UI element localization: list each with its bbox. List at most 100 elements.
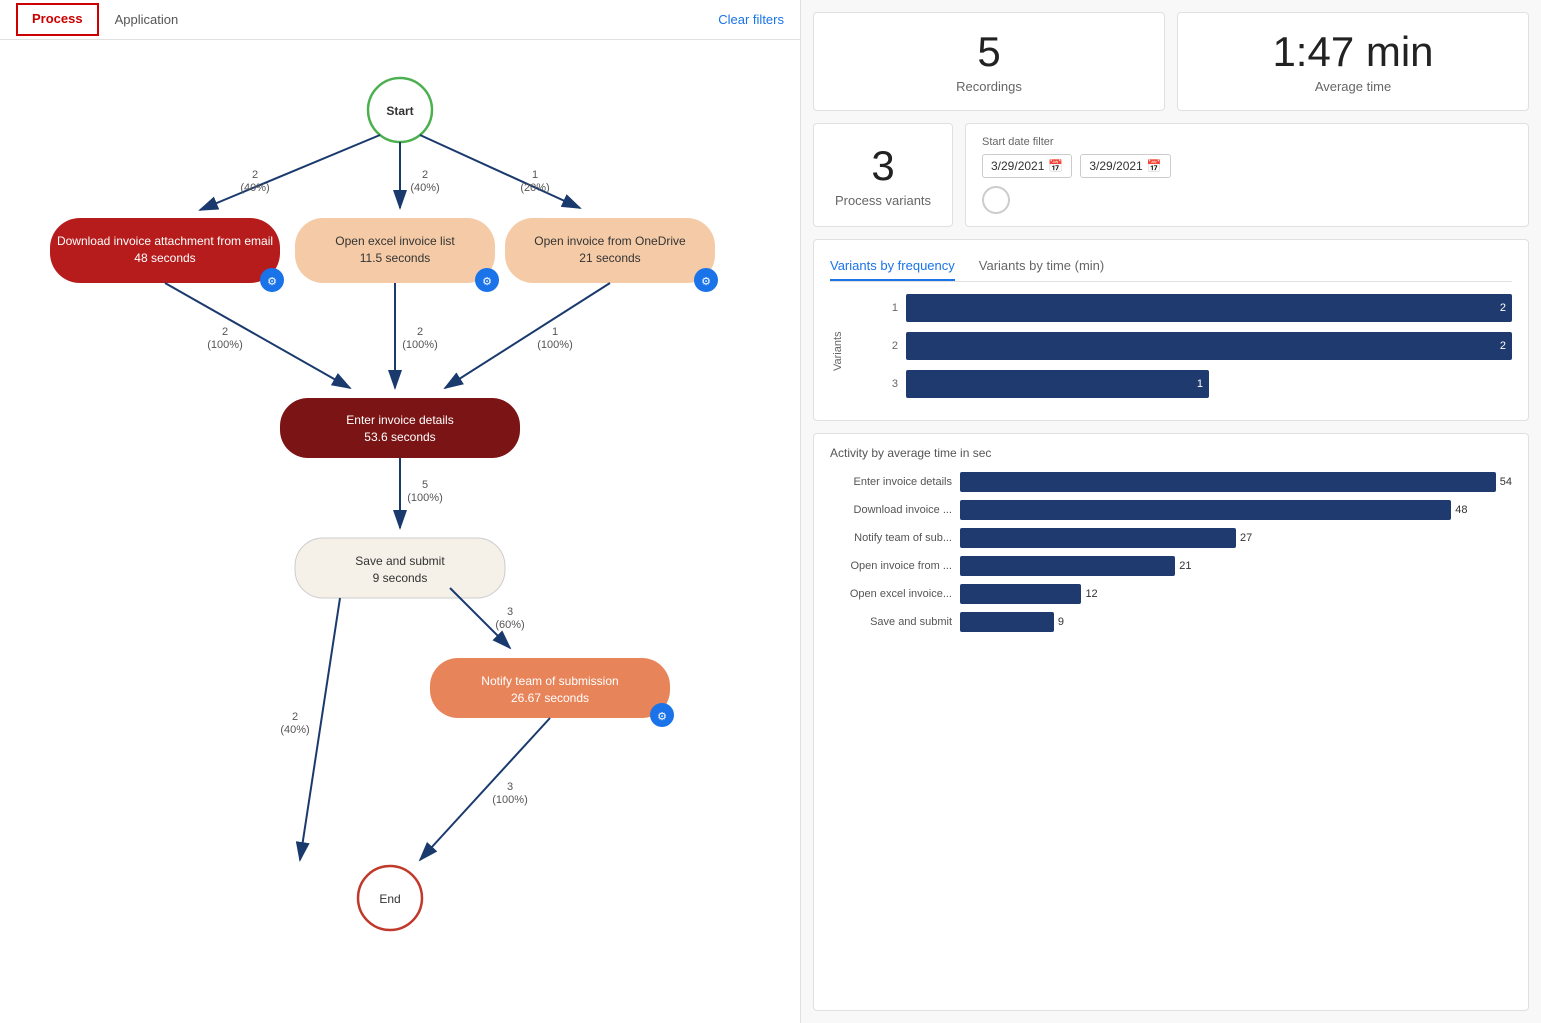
variant-row-2: 2 2 bbox=[846, 332, 1512, 360]
left-panel: Process Application Clear filters Start bbox=[0, 0, 801, 1023]
recordings-label: Recordings bbox=[956, 79, 1022, 94]
date-end-value: 3/29/2021 bbox=[1089, 159, 1142, 173]
notify-team-node[interactable] bbox=[430, 658, 670, 718]
activity-value-open-invoice: 21 bbox=[1179, 560, 1191, 572]
variant-bar-2: 2 bbox=[906, 332, 1512, 360]
edge-start-download bbox=[200, 135, 380, 210]
variants-bars: 1 2 2 2 bbox=[846, 294, 1512, 408]
edge-label-start-onedrive-pct: (20%) bbox=[520, 182, 549, 194]
edge-label-notify-end-pct: (100%) bbox=[492, 794, 527, 806]
edge-label-save-end-pct: (40%) bbox=[280, 724, 309, 736]
average-time-card: 1:47 min Average time bbox=[1177, 12, 1529, 111]
variant-bar-3: 1 bbox=[906, 370, 1209, 398]
edge-label-download-enter-count: 2 bbox=[222, 326, 228, 338]
variants-date-row: 3 Process variants Start date filter 3/2… bbox=[813, 123, 1529, 227]
download-icon: ⚙ bbox=[267, 276, 277, 288]
activity-bar-container-open-invoice: 21 bbox=[960, 556, 1512, 576]
activity-bar-enter-invoice bbox=[960, 472, 1496, 492]
calendar-end-icon[interactable]: 📅 bbox=[1147, 159, 1162, 173]
clear-filters-button[interactable]: Clear filters bbox=[718, 12, 784, 27]
edge-label-enter-save-count: 5 bbox=[422, 479, 428, 491]
edge-label-save-end-count: 2 bbox=[292, 711, 298, 723]
variants-chart-body: Variants 1 2 2 bbox=[830, 294, 1512, 408]
enter-invoice-node[interactable] bbox=[280, 398, 520, 458]
edge-onedrive-enter bbox=[445, 283, 610, 388]
edge-label-save-notify-pct: (60%) bbox=[495, 619, 524, 631]
activity-bar-container-notify-team: 27 bbox=[960, 528, 1512, 548]
activity-value-save-submit: 9 bbox=[1058, 616, 1064, 628]
edge-start-onedrive bbox=[420, 135, 580, 208]
date-end-input[interactable]: 3/29/2021 📅 bbox=[1080, 154, 1170, 178]
variant-bar-value-1: 2 bbox=[1500, 302, 1506, 314]
open-excel-icon: ⚙ bbox=[482, 276, 492, 288]
save-submit-label1: Save and submit bbox=[355, 554, 445, 568]
activity-name-open-invoice: Open invoice from ... bbox=[830, 560, 960, 572]
average-time-label: Average time bbox=[1315, 79, 1391, 94]
edge-label-start-download-count: 2 bbox=[252, 169, 258, 181]
variant-bar-value-3: 1 bbox=[1197, 378, 1203, 390]
open-onedrive-label2: 21 seconds bbox=[579, 251, 640, 265]
activity-row-save-submit: Save and submit 9 bbox=[830, 612, 1512, 632]
edge-label-save-notify-count: 3 bbox=[507, 606, 513, 618]
edge-label-start-onedrive-count: 1 bbox=[532, 169, 538, 181]
activity-name-save-submit: Save and submit bbox=[830, 616, 960, 628]
date-filter-toggle[interactable] bbox=[982, 186, 1010, 214]
activity-name-download-invoice: Download invoice ... bbox=[830, 504, 960, 516]
activity-row-download-invoice: Download invoice ... 48 bbox=[830, 500, 1512, 520]
variant-label-2: 2 bbox=[846, 340, 906, 352]
date-inputs: 3/29/2021 📅 3/29/2021 📅 bbox=[982, 154, 1171, 178]
process-variants-card: 3 Process variants bbox=[813, 123, 953, 227]
variant-row-1: 1 2 bbox=[846, 294, 1512, 322]
edge-label-openexcel-enter-pct: (100%) bbox=[402, 339, 437, 351]
calendar-start-icon[interactable]: 📅 bbox=[1048, 159, 1063, 173]
flow-area: Start 2 (40%) 2 (40%) 1 (20%) Download i… bbox=[0, 40, 800, 1023]
activity-row-enter-invoice: Enter invoice details 54 bbox=[830, 472, 1512, 492]
activity-value-open-excel: 12 bbox=[1085, 588, 1097, 600]
date-start-input[interactable]: 3/29/2021 📅 bbox=[982, 154, 1072, 178]
activity-name-open-excel: Open excel invoice... bbox=[830, 588, 960, 600]
edge-download-enter bbox=[165, 283, 350, 388]
variant-bar-container-2: 2 bbox=[906, 332, 1512, 360]
enter-invoice-label2: 53.6 seconds bbox=[364, 430, 435, 444]
activity-bar-save-submit bbox=[960, 612, 1054, 632]
date-filter-card: Start date filter 3/29/2021 📅 3/29/2021 … bbox=[965, 123, 1529, 227]
start-label: Start bbox=[386, 104, 413, 118]
open-onedrive-icon: ⚙ bbox=[701, 276, 711, 288]
activity-chart-card: Activity by average time in sec Enter in… bbox=[813, 433, 1529, 1011]
process-variants-label: Process variants bbox=[835, 193, 931, 208]
variant-bar-1: 2 bbox=[906, 294, 1512, 322]
save-submit-node[interactable] bbox=[295, 538, 505, 598]
download-label2: 48 seconds bbox=[134, 251, 195, 265]
recordings-card: 5 Recordings bbox=[813, 12, 1165, 111]
tab-process[interactable]: Process bbox=[16, 3, 99, 36]
variant-bar-container-3: 1 bbox=[906, 370, 1512, 398]
activity-bar-notify-team bbox=[960, 528, 1236, 548]
variant-bar-value-2: 2 bbox=[1500, 340, 1506, 352]
activity-bar-open-excel bbox=[960, 584, 1081, 604]
tab-variants-frequency[interactable]: Variants by frequency bbox=[830, 252, 955, 281]
activity-bar-container-save-submit: 9 bbox=[960, 612, 1512, 632]
edge-label-enter-save-pct: (100%) bbox=[407, 492, 442, 504]
activity-chart-title: Activity by average time in sec bbox=[830, 446, 1512, 460]
variant-row-3: 3 1 bbox=[846, 370, 1512, 398]
tab-application[interactable]: Application bbox=[99, 4, 195, 35]
enter-invoice-label1: Enter invoice details bbox=[346, 413, 453, 427]
variant-bar-container-1: 2 bbox=[906, 294, 1512, 322]
edge-label-download-enter-pct: (100%) bbox=[207, 339, 242, 351]
edge-notify-end bbox=[420, 718, 550, 860]
edge-label-start-openexcel-count: 2 bbox=[422, 169, 428, 181]
tab-variants-time[interactable]: Variants by time (min) bbox=[979, 252, 1104, 281]
activity-row-open-invoice: Open invoice from ... 21 bbox=[830, 556, 1512, 576]
activity-name-notify-team: Notify team of sub... bbox=[830, 532, 960, 544]
edge-label-notify-end-count: 3 bbox=[507, 781, 513, 793]
tab-bar: Process Application Clear filters bbox=[0, 0, 800, 40]
edge-label-openexcel-enter-count: 2 bbox=[417, 326, 423, 338]
notify-team-icon: ⚙ bbox=[657, 711, 667, 723]
chart-tabs: Variants by frequency Variants by time (… bbox=[830, 252, 1512, 282]
end-label: End bbox=[379, 892, 400, 906]
date-filter-label: Start date filter bbox=[982, 136, 1171, 148]
activity-value-notify-team: 27 bbox=[1240, 532, 1252, 544]
edge-label-onedrive-enter-count: 1 bbox=[552, 326, 558, 338]
download-label1: Download invoice attachment from email bbox=[57, 234, 273, 248]
edge-label-onedrive-enter-pct: (100%) bbox=[537, 339, 572, 351]
